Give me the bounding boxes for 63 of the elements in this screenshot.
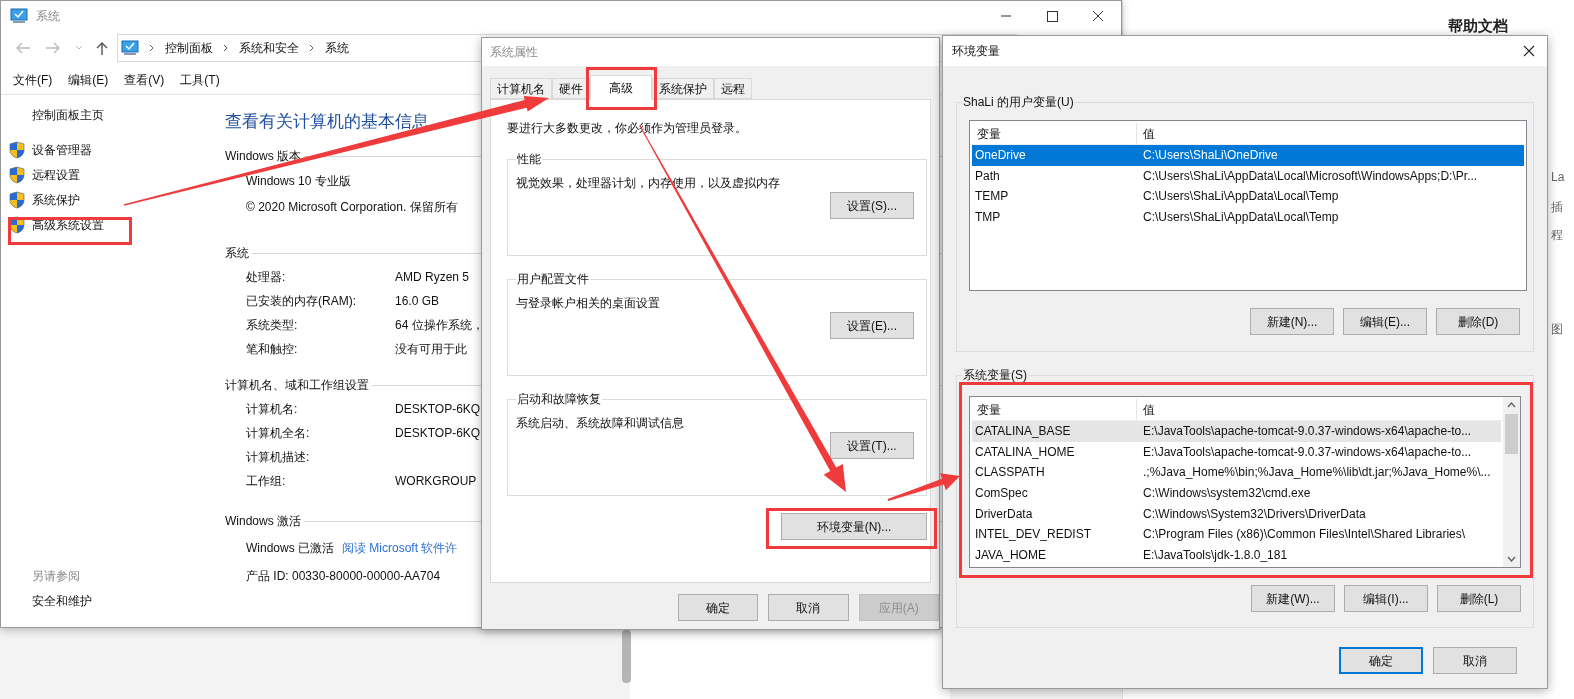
info-value: WORKGROUP [395, 473, 477, 490]
dialog-title: 环境变量 [952, 43, 1000, 60]
table-cell-text: INTEL_DEV_REDIST [974, 526, 1093, 544]
group-title: 用户配置文件 [516, 271, 590, 288]
activation-status: Windows 已激活 [246, 540, 334, 557]
table-cell-text: ComSpec [974, 485, 1029, 503]
dialog-title: 系统属性 [490, 44, 538, 61]
info-value: DESKTOP-6KQ [395, 425, 481, 442]
info-label: 计算机描述: [246, 449, 311, 466]
section-title: Windows 激活 [225, 513, 301, 530]
table-cell-text: C:\Windows\System32\Drivers\DriverData [1142, 505, 1366, 523]
group-description: 与登录帐户相关的桌面设置 [516, 295, 661, 312]
table-cell-text: C:\Windows\system32\cmd.exe [1142, 485, 1311, 503]
sidebar-text: 程 [1551, 227, 1564, 243]
table-cell-text: JAVA_HOME [974, 546, 1047, 564]
info-value: 64 位操作系统， [395, 317, 484, 334]
info-label: 工作组: [246, 473, 287, 490]
table-cell-text: DriverData [974, 505, 1034, 523]
info-text: © 2020 Microsoft Corporation. 保留所有 [246, 199, 458, 216]
table-cell-text: C:\Users\ShaLi\AppData\Local\Temp [1142, 209, 1339, 227]
panel-heading: 帮助文档 [1448, 17, 1509, 34]
info-label: 处理器: [246, 269, 287, 286]
group-title: 性能 [516, 151, 542, 168]
info-value: 16.0 GB [395, 293, 440, 310]
info-text: 产品 ID: 00330-80000-00000-AA704 [246, 568, 441, 585]
info-label: 笔和触控: [246, 341, 299, 358]
info-label: 系统类型: [246, 317, 299, 334]
table-cell-text: CLASSPATH [974, 464, 1046, 482]
section-title: Windows 版本 [225, 148, 301, 165]
see-also-heading: 另请参阅 [32, 568, 81, 585]
info-label: 计算机全名: [246, 425, 311, 442]
info-value: AMD Ryzen 5 [395, 269, 470, 286]
table-cell-text: CATALINA_HOME [974, 443, 1076, 461]
info-label: 已安装的内存(RAM): [246, 293, 357, 310]
section-title: 计算机名、域和工作组设置 [225, 377, 369, 394]
table-cell-text: Path [974, 167, 1001, 185]
sidebar-text: 插 [1551, 199, 1564, 215]
table-cell-text: TMP [974, 209, 1002, 227]
table-cell-text: E:\JavaTools\jdk-1.8.0_181 [1142, 546, 1288, 564]
sidebar-text: 图 [1551, 321, 1564, 337]
table-cell-text: C:\Users\ShaLi\AppData\Local\Temp [1142, 188, 1339, 206]
table-cell-text: E:\JavaTools\apache-tomcat-9.0.37-windows-x64\apache-to... [1142, 423, 1472, 441]
group-title: 系统变量(S) [962, 367, 1028, 384]
table-cell-text: C:\Users\ShaLi\OneDrive [1142, 147, 1278, 165]
info-value: DESKTOP-6KQ [395, 401, 481, 418]
sidebar-text: La [1551, 169, 1566, 185]
table-cell-text: C:\Program Files (x86)\Common Files\Intel\Shared Libraries\ [1142, 526, 1466, 544]
section-title: 系统 [225, 245, 249, 262]
table-cell-text: CATALINA_BASE [974, 423, 1072, 441]
group-title: ShaLi 的用户变量(U) [962, 94, 1075, 111]
info-value: 没有可用于此 [395, 341, 467, 358]
info-text: Windows 10 专业版 [246, 173, 351, 190]
table-cell-text: OneDrive [974, 147, 1027, 165]
table-cell-text: E:\JavaTools\apache-tomcat-9.0.37-windows-x64\apache-to... [1142, 443, 1472, 461]
notice-text: 要进行大多数更改，你必须作为管理员登录。 [507, 120, 748, 137]
table-cell-text: .;%Java_Home%\bin;%Java_Home%\lib\dt.jar;%Java_Home%\... [1142, 464, 1491, 482]
table-cell-text: C:\Users\ShaLi\AppData\Local\Microsoft\WindowsApps;D:\Pr... [1142, 167, 1478, 185]
group-title: 启动和故障恢复 [516, 391, 602, 408]
table-cell-text: TEMP [974, 188, 1010, 206]
info-label: 计算机名: [246, 401, 299, 418]
window-title: 系统 [36, 8, 60, 25]
group-description: 系统启动、系统故障和调试信息 [516, 415, 685, 432]
group-description: 视觉效果，处理器计划，内存使用，以及虚拟内存 [516, 175, 781, 192]
